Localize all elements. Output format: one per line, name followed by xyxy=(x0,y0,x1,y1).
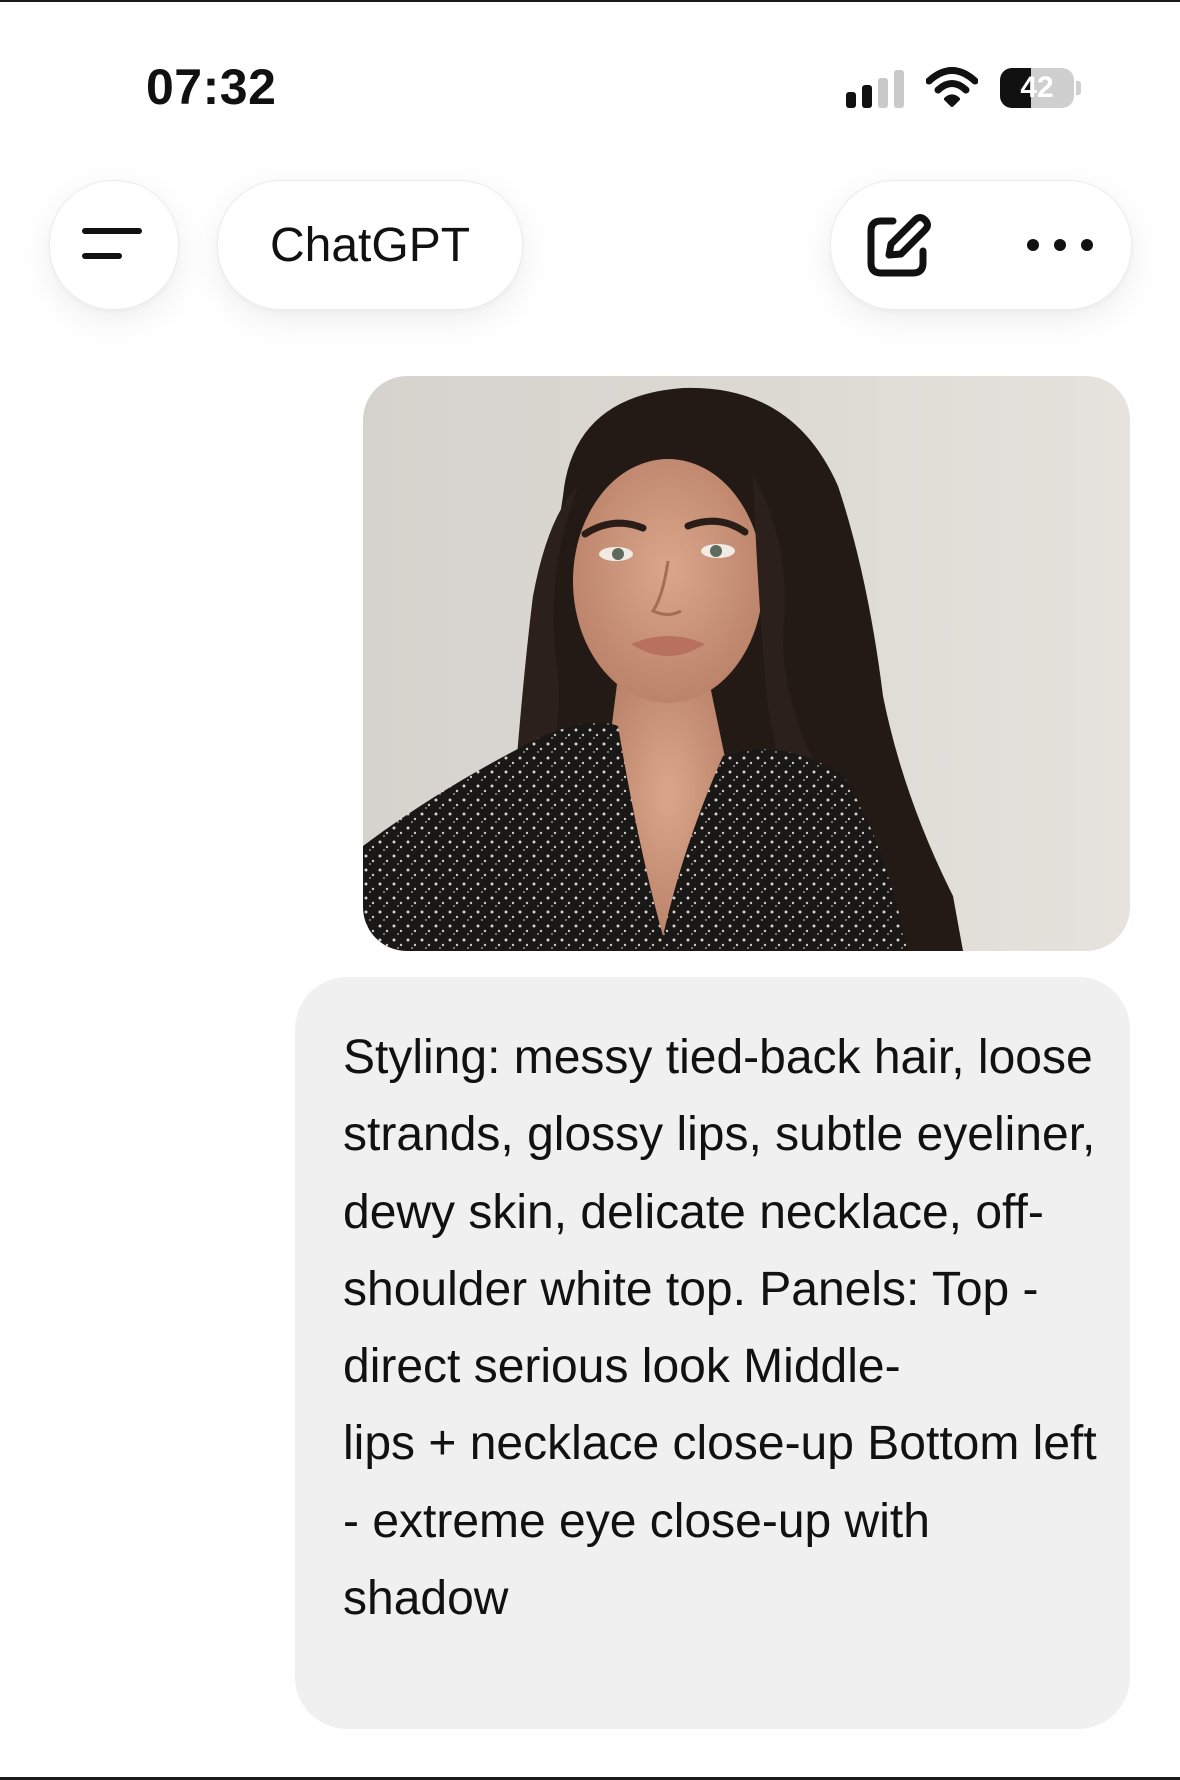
battery-level: 42 xyxy=(1020,71,1054,104)
more-options-icon[interactable] xyxy=(1021,229,1099,261)
sidebar-menu-button[interactable] xyxy=(49,180,179,310)
header-actions xyxy=(830,180,1132,310)
status-time: 07:32 xyxy=(146,59,277,115)
signal-icon xyxy=(846,70,904,108)
new-chat-icon[interactable] xyxy=(863,211,933,281)
model-selector-button[interactable]: ChatGPT xyxy=(217,180,523,310)
battery-icon: 42 xyxy=(1000,68,1082,108)
wifi-icon xyxy=(926,67,978,107)
attached-photo[interactable] xyxy=(363,376,1130,951)
user-message-bubble[interactable]: Styling: messy tied-back hair, loose str… xyxy=(295,977,1130,1729)
app-title: ChatGPT xyxy=(269,218,471,272)
screen-top-edge xyxy=(0,0,1180,2)
portrait-photo xyxy=(363,376,1130,951)
user-message-text: Styling: messy tied-back hair, loose str… xyxy=(343,1031,1097,1626)
